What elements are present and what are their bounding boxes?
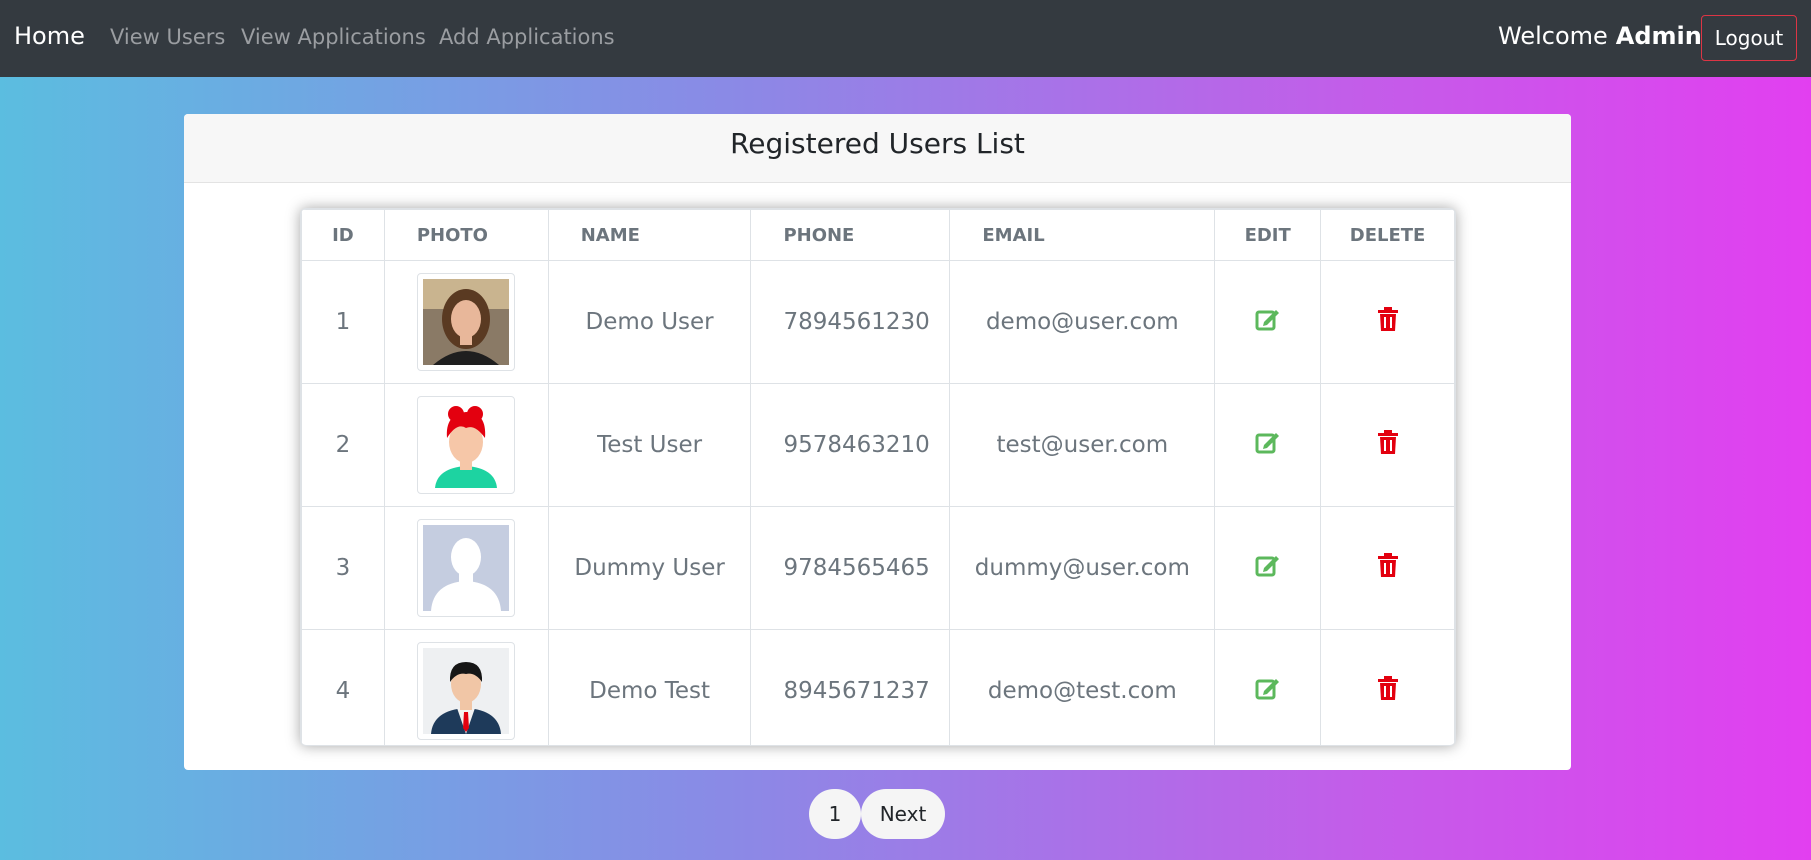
- user-name: Demo Test: [547, 629, 752, 745]
- welcome-username: Admin: [1615, 22, 1702, 50]
- logout-button[interactable]: Logout: [1701, 15, 1797, 61]
- user-photo-red-hair: [416, 396, 515, 494]
- user-id: 3: [301, 506, 385, 630]
- column-header-delete: DELETE: [1320, 209, 1455, 261]
- column-header-name: NAME: [547, 209, 752, 261]
- users-table-container: ID PHOTO NAME PHONE EMAIL EDIT DELETE 1: [300, 208, 1456, 746]
- column-header-photo: PHOTO: [383, 209, 549, 261]
- user-email: test@user.com: [949, 383, 1216, 507]
- user-id: 2: [301, 383, 385, 507]
- column-header-id: ID: [301, 209, 385, 261]
- edit-cell: [1214, 506, 1322, 630]
- table-header-row: ID PHOTO NAME PHONE EMAIL EDIT DELETE: [301, 209, 1455, 261]
- trash-icon[interactable]: [1377, 430, 1398, 454]
- red-hair-avatar-image: [422, 402, 509, 488]
- user-photo-default: [416, 519, 515, 617]
- column-header-email: EMAIL: [949, 209, 1216, 261]
- edit-cell: [1214, 383, 1322, 507]
- edit-icon[interactable]: [1255, 676, 1281, 700]
- table-row: 2 Test User 9578463210 test@user.com: [301, 383, 1455, 507]
- delete-cell: [1320, 506, 1455, 630]
- trash-icon[interactable]: [1377, 307, 1398, 331]
- column-header-edit: EDIT: [1214, 209, 1322, 261]
- nav-home-link[interactable]: Home: [14, 22, 85, 50]
- next-page-button[interactable]: Next: [861, 789, 945, 839]
- delete-cell: [1320, 383, 1455, 507]
- trash-icon[interactable]: [1377, 553, 1398, 577]
- default-silhouette-image: [422, 525, 509, 611]
- user-name: Test User: [547, 383, 752, 507]
- edit-icon[interactable]: [1255, 307, 1281, 331]
- edit-icon[interactable]: [1255, 553, 1281, 577]
- delete-cell: [1320, 629, 1455, 745]
- user-phone: 9784565465: [750, 506, 951, 630]
- users-table: ID PHOTO NAME PHONE EMAIL EDIT DELETE 1: [301, 209, 1455, 745]
- nav-add-applications-link[interactable]: Add Applications: [439, 25, 615, 49]
- user-phone: 8945671237: [750, 629, 951, 745]
- navbar: Home View Users View Applications Add Ap…: [0, 0, 1811, 77]
- user-phone: 7894561230: [750, 260, 951, 384]
- user-phone: 9578463210: [750, 383, 951, 507]
- edit-cell: [1214, 260, 1322, 384]
- businessman-avatar-image: [422, 648, 509, 734]
- pagination: 1 Next: [809, 789, 945, 839]
- column-header-phone: PHONE: [750, 209, 951, 261]
- user-name: Demo User: [547, 260, 752, 384]
- user-id: 4: [301, 629, 385, 745]
- user-email: dummy@user.com: [949, 506, 1216, 630]
- edit-cell: [1214, 629, 1322, 745]
- trash-icon[interactable]: [1377, 676, 1398, 700]
- user-photo-woman: [416, 273, 515, 371]
- page-1-button[interactable]: 1: [809, 789, 861, 839]
- users-card: Registered Users List ID PHOTO NAME PHON…: [184, 114, 1571, 770]
- nav-view-applications-link[interactable]: View Applications: [241, 25, 426, 49]
- user-photo-businessman: [416, 642, 515, 740]
- woman-photo-image: [422, 279, 509, 365]
- nav-view-users-link[interactable]: View Users: [110, 25, 225, 49]
- user-id: 1: [301, 260, 385, 384]
- photo-cell: [383, 260, 549, 384]
- table-row: 4 Demo Test 8945671237 demo@test.com: [301, 629, 1455, 745]
- user-name: Dummy User: [547, 506, 752, 630]
- page-title: Registered Users List: [184, 114, 1571, 183]
- edit-icon[interactable]: [1255, 430, 1281, 454]
- photo-cell: [383, 383, 549, 507]
- photo-cell: [383, 506, 549, 630]
- welcome-message: Welcome Admin: [1498, 22, 1702, 50]
- welcome-label: Welcome: [1498, 22, 1608, 50]
- user-email: demo@test.com: [949, 629, 1216, 745]
- delete-cell: [1320, 260, 1455, 384]
- table-row: 3 Dummy User 9784565465 dummy@user.com: [301, 506, 1455, 630]
- table-row: 1 Demo User 7894561230 demo@user.com: [301, 260, 1455, 384]
- photo-cell: [383, 629, 549, 745]
- user-email: demo@user.com: [949, 260, 1216, 384]
